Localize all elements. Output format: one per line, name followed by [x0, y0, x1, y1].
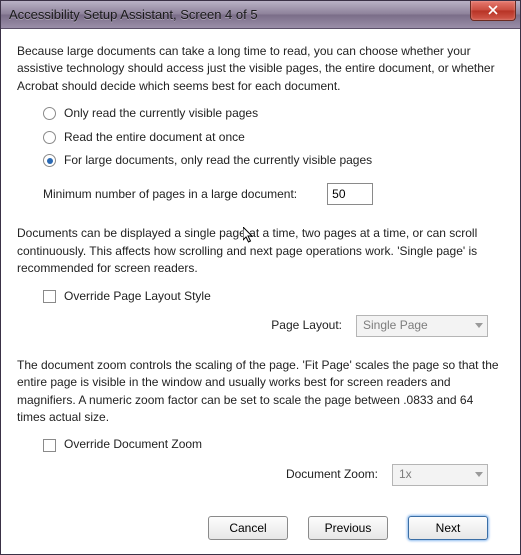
override-document-zoom-row[interactable]: Override Document Zoom [43, 436, 504, 453]
document-zoom-intro: The document zoom controls the scaling o… [17, 357, 504, 427]
document-zoom-dropdown-row: Document Zoom: 1x [17, 464, 488, 486]
checkbox-icon [43, 439, 56, 452]
radio-icon [43, 154, 56, 167]
radio-row-visible-pages[interactable]: Only read the currently visible pages [43, 105, 504, 122]
dropdown-value: 1x [399, 466, 471, 483]
dialog-content: Because large documents can take a long … [1, 29, 520, 554]
radio-row-entire-document[interactable]: Read the entire document at once [43, 129, 504, 146]
checkbox-label: Override Document Zoom [64, 436, 202, 453]
page-layout-intro: Documents can be displayed a single page… [17, 225, 504, 277]
override-page-layout-row[interactable]: Override Page Layout Style [43, 288, 504, 305]
page-layout-dropdown-row: Page Layout: Single Page [17, 315, 488, 337]
page-layout-dropdown[interactable]: Single Page [356, 315, 488, 337]
next-button[interactable]: Next [408, 516, 488, 540]
reading-mode-radio-group: Only read the currently visible pages Re… [43, 105, 504, 169]
dialog-window: Accessibility Setup Assistant, Screen 4 … [0, 0, 521, 555]
checkbox-icon [43, 290, 56, 303]
chevron-down-icon [475, 472, 483, 477]
min-pages-label: Minimum number of pages in a large docum… [43, 186, 297, 203]
document-zoom-dropdown[interactable]: 1x [392, 464, 488, 486]
radio-label: For large documents, only read the curre… [64, 152, 372, 169]
button-row: Cancel Previous Next [17, 506, 504, 540]
cancel-button[interactable]: Cancel [208, 516, 288, 540]
document-zoom-label: Document Zoom: [286, 466, 378, 483]
reading-mode-intro: Because large documents can take a long … [17, 43, 504, 95]
window-title: Accessibility Setup Assistant, Screen 4 … [9, 7, 470, 22]
close-button[interactable] [470, 1, 516, 21]
close-icon [488, 5, 498, 15]
radio-icon [43, 131, 56, 144]
radio-row-large-documents[interactable]: For large documents, only read the curre… [43, 152, 504, 169]
page-layout-label: Page Layout: [271, 317, 342, 334]
min-pages-input[interactable] [327, 183, 373, 205]
min-pages-row: Minimum number of pages in a large docum… [43, 183, 504, 205]
titlebar: Accessibility Setup Assistant, Screen 4 … [1, 1, 520, 29]
dropdown-value: Single Page [363, 317, 471, 334]
checkbox-label: Override Page Layout Style [64, 288, 211, 305]
radio-label: Read the entire document at once [64, 129, 245, 146]
radio-label: Only read the currently visible pages [64, 105, 258, 122]
chevron-down-icon [475, 323, 483, 328]
previous-button[interactable]: Previous [308, 516, 388, 540]
radio-icon [43, 107, 56, 120]
